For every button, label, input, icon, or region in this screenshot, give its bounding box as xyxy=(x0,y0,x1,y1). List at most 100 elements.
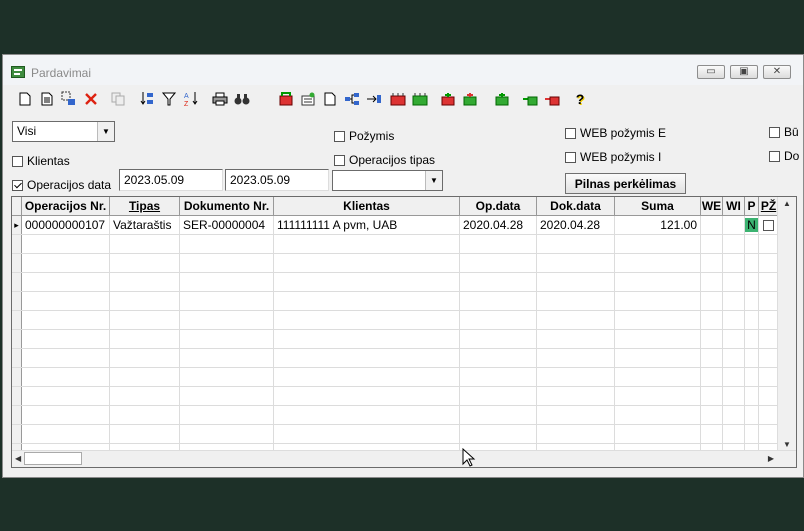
column-header[interactable]: WE xyxy=(701,197,723,215)
cell-klientas[interactable] xyxy=(274,368,460,386)
cell-dok-data[interactable]: 2020.04.28 xyxy=(537,216,615,234)
cell-dok-data[interactable] xyxy=(537,349,615,367)
cell-suma[interactable] xyxy=(615,330,701,348)
cell-wi[interactable] xyxy=(723,425,745,443)
cell-suma[interactable] xyxy=(615,349,701,367)
cell-operacijos-nr[interactable] xyxy=(22,349,110,367)
cell-dokumento-nr[interactable] xyxy=(180,292,274,310)
tool-a-icon[interactable] xyxy=(277,90,295,108)
web-i-filter[interactable]: WEB požymis I xyxy=(565,150,661,164)
empty-table-row[interactable] xyxy=(12,235,778,254)
empty-table-row[interactable] xyxy=(12,330,778,349)
cell-pz-checked[interactable] xyxy=(759,349,778,367)
cell-tipas[interactable] xyxy=(110,235,180,253)
scope-select[interactable]: Visi ▼ xyxy=(12,121,115,142)
cell-dok-data[interactable] xyxy=(537,406,615,424)
cell-op-data[interactable] xyxy=(460,273,537,291)
cell-operacijos-nr[interactable] xyxy=(22,311,110,329)
cell-suma[interactable]: 121.00 xyxy=(615,216,701,234)
cell-wi[interactable] xyxy=(723,311,745,329)
cell-operacijos-nr[interactable]: 000000000107 xyxy=(22,216,110,234)
cell-suma[interactable] xyxy=(615,368,701,386)
cell-dokumento-nr[interactable] xyxy=(180,425,274,443)
cell-we[interactable] xyxy=(701,216,723,234)
cell-we[interactable] xyxy=(701,273,723,291)
op-data-checkbox[interactable] xyxy=(12,179,23,191)
cell-pz-checked[interactable] xyxy=(759,330,778,348)
empty-table-row[interactable] xyxy=(12,368,778,387)
cell-dok-data[interactable] xyxy=(537,387,615,405)
cell-op-data[interactable] xyxy=(460,254,537,272)
cell-we[interactable] xyxy=(701,254,723,272)
maximize-button[interactable]: ▣ xyxy=(730,65,758,79)
scroll-up-icon[interactable]: ▲ xyxy=(783,199,791,208)
cell-dok-data[interactable] xyxy=(537,330,615,348)
cell-op-data[interactable] xyxy=(460,425,537,443)
cell-p[interactable] xyxy=(745,406,759,424)
cell-klientas[interactable] xyxy=(274,387,460,405)
cell-we[interactable] xyxy=(701,406,723,424)
delete-icon[interactable] xyxy=(82,90,100,108)
column-header[interactable]: Dok.data xyxy=(537,197,615,215)
cell-p[interactable]: N xyxy=(745,216,759,234)
cell-klientas[interactable] xyxy=(274,292,460,310)
cell-we[interactable] xyxy=(701,235,723,253)
cell-tipas[interactable] xyxy=(110,368,180,386)
cell-op-data[interactable] xyxy=(460,406,537,424)
pozymis-checkbox[interactable] xyxy=(334,130,345,142)
cell-p[interactable] xyxy=(745,349,759,367)
sort-az-icon[interactable]: AZ xyxy=(182,90,200,108)
cell-operacijos-nr[interactable] xyxy=(22,425,110,443)
web-e-filter[interactable]: WEB požymis E xyxy=(565,126,666,140)
cell-dok-data[interactable] xyxy=(537,425,615,443)
cell-pz-checked[interactable] xyxy=(759,254,778,272)
cell-pz-checked[interactable] xyxy=(759,368,778,386)
cell-op-data[interactable] xyxy=(460,349,537,367)
edit-document-icon[interactable] xyxy=(38,90,56,108)
export-icon[interactable] xyxy=(365,90,383,108)
cell-wi[interactable] xyxy=(723,349,745,367)
empty-table-row[interactable] xyxy=(12,292,778,311)
cell-tipas[interactable] xyxy=(110,292,180,310)
cell-pz-checked[interactable] xyxy=(759,292,778,310)
row-indicator[interactable] xyxy=(12,292,22,310)
row-indicator[interactable] xyxy=(12,330,22,348)
cell-we[interactable] xyxy=(701,349,723,367)
cell-dokumento-nr[interactable] xyxy=(180,273,274,291)
tree-icon[interactable] xyxy=(343,90,361,108)
op-tipas-filter[interactable]: Operacijos tipas xyxy=(334,153,435,167)
cell-dokumento-nr[interactable] xyxy=(180,235,274,253)
cell-operacijos-nr[interactable] xyxy=(22,406,110,424)
op-tipas-select[interactable]: ▼ xyxy=(332,170,443,191)
empty-table-row[interactable] xyxy=(12,387,778,406)
cell-operacijos-nr[interactable] xyxy=(22,368,110,386)
cell-tipas[interactable] xyxy=(110,311,180,329)
cell-dok-data[interactable] xyxy=(537,368,615,386)
cell-dokumento-nr[interactable] xyxy=(180,406,274,424)
do-filter[interactable]: Do xyxy=(769,149,799,163)
web-e-checkbox[interactable] xyxy=(565,127,576,139)
cell-p[interactable] xyxy=(745,292,759,310)
column-header[interactable]: P xyxy=(745,197,759,215)
sort-icon[interactable] xyxy=(138,90,156,108)
cell-tipas[interactable] xyxy=(110,273,180,291)
cell-dokumento-nr[interactable] xyxy=(180,254,274,272)
cell-pz-checked[interactable] xyxy=(759,425,778,443)
klientas-filter[interactable]: Klientas xyxy=(12,154,70,168)
tool-b-icon[interactable] xyxy=(299,90,317,108)
cell-klientas[interactable] xyxy=(274,273,460,291)
cell-suma[interactable] xyxy=(615,387,701,405)
row-indicator[interactable]: ▸ xyxy=(12,216,22,234)
cell-dokumento-nr[interactable] xyxy=(180,387,274,405)
do-checkbox[interactable] xyxy=(769,150,780,162)
cell-wi[interactable] xyxy=(723,235,745,253)
cell-suma[interactable] xyxy=(615,406,701,424)
vertical-scrollbar[interactable]: ▲ ▼ xyxy=(777,197,796,451)
cell-dok-data[interactable] xyxy=(537,273,615,291)
cell-op-data[interactable] xyxy=(460,330,537,348)
column-header[interactable]: Dokumento Nr. xyxy=(180,197,274,215)
cell-tipas[interactable] xyxy=(110,387,180,405)
cell-p[interactable] xyxy=(745,368,759,386)
filter-icon[interactable] xyxy=(160,90,178,108)
op-tipas-checkbox[interactable] xyxy=(334,154,345,166)
